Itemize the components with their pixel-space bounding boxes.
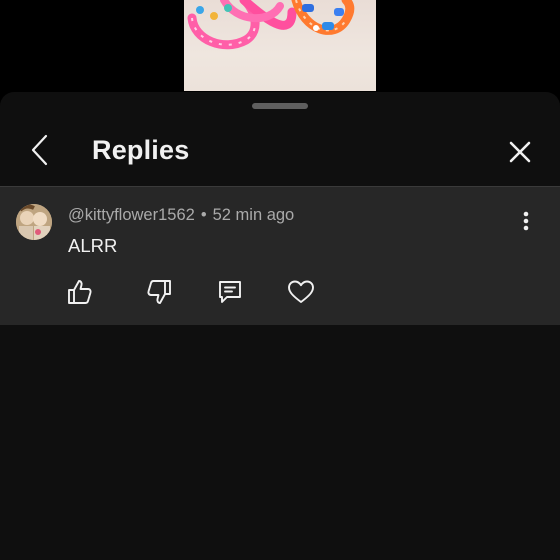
like-button[interactable] [65,277,95,307]
replies-sheet: Replies @kittyflower1562 • 52 min ago ALRR [0,92,560,560]
drag-handle[interactable] [252,103,308,109]
comment-item: @kittyflower1562 • 52 min ago ALRR [0,187,560,325]
thumbs-down-icon [147,280,171,304]
comment-text: ALRR [68,235,118,256]
bracelets-image [187,0,355,50]
avatar[interactable] [16,204,52,240]
more-vertical-icon [523,211,529,231]
close-icon [509,141,531,163]
heart-button[interactable] [286,277,316,307]
meta-separator: • [200,206,207,224]
page-title: Replies [92,135,190,165]
chevron-left-icon [31,134,48,166]
reply-comment-icon [219,281,241,303]
thumbs-up-icon [68,280,92,304]
back-button[interactable] [24,130,58,170]
reply-button[interactable] [215,277,245,307]
replies-header: Replies [0,120,560,186]
dislike-button[interactable] [144,277,174,307]
video-thumbnail[interactable] [184,0,376,91]
avatar-image [16,204,52,240]
comment-author[interactable]: @kittyflower1562 [68,206,195,224]
comment-meta: @kittyflower1562 • 52 min ago [68,206,294,225]
video-player-area[interactable] [0,0,560,95]
comment-time: 52 min ago [212,206,295,224]
more-options-button[interactable] [512,207,540,237]
close-button[interactable] [500,132,540,172]
heart-icon [288,280,314,303]
